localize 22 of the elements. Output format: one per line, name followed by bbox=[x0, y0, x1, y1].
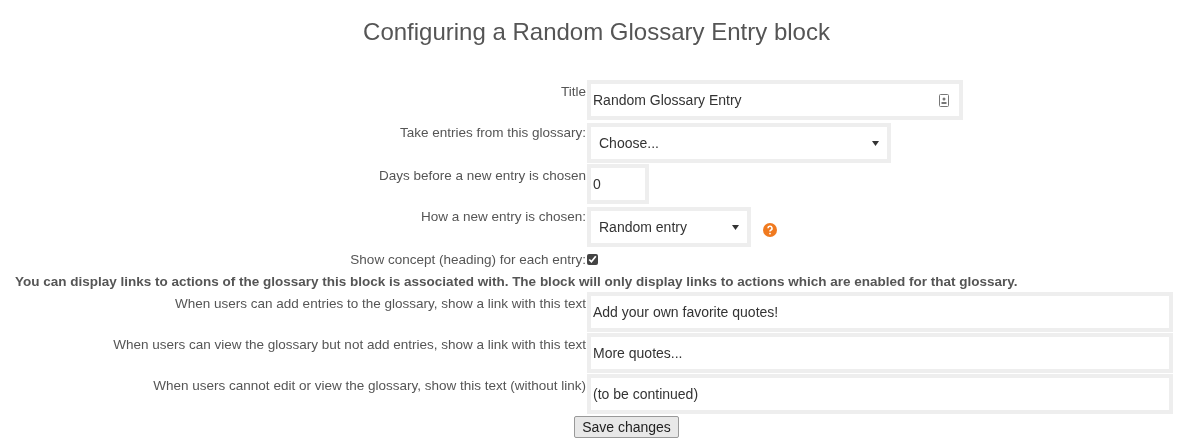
field-label: How a new entry is chosen: bbox=[420, 208, 586, 226]
text-field[interactable]: Add your own favorite quotes! bbox=[587, 292, 1173, 332]
field-label: When users can view the glossary but not add entries, show a link with this text bbox=[113, 336, 586, 354]
text-field[interactable]: More quotes... bbox=[587, 333, 1173, 373]
save-button[interactable]: Save changes bbox=[574, 416, 679, 438]
text-field[interactable]: (to be continued) bbox=[587, 374, 1173, 414]
field-label: Show concept (heading) for each entry: bbox=[350, 251, 586, 269]
help-icon[interactable] bbox=[763, 223, 777, 237]
checkbox[interactable] bbox=[587, 254, 598, 265]
field-label: Title bbox=[561, 83, 586, 101]
page-title: Configuring a Random Glossary Entry block bbox=[362, 17, 831, 47]
text-field[interactable]: 0 bbox=[587, 164, 649, 204]
field-label: Take entries from this glossary: bbox=[399, 124, 586, 142]
caret-icon bbox=[872, 140, 879, 146]
dropdown[interactable]: Choose... bbox=[587, 123, 891, 163]
field-label: When users can add entries to the glossary, show a link with this text bbox=[175, 295, 586, 313]
field-label: Days before a new entry is chosen bbox=[378, 167, 586, 185]
dropdown[interactable]: Random entry bbox=[587, 207, 751, 247]
info-text: You can display links to actions of the glossary this block is associated with. The block will only display links to actions which are enabled for that glossary. bbox=[14, 273, 1019, 291]
caret-icon bbox=[732, 224, 739, 230]
text-field[interactable]: Random Glossary Entry bbox=[587, 80, 963, 120]
field-label: When users cannot edit or view the glossary, show this text (without link) bbox=[153, 377, 586, 395]
